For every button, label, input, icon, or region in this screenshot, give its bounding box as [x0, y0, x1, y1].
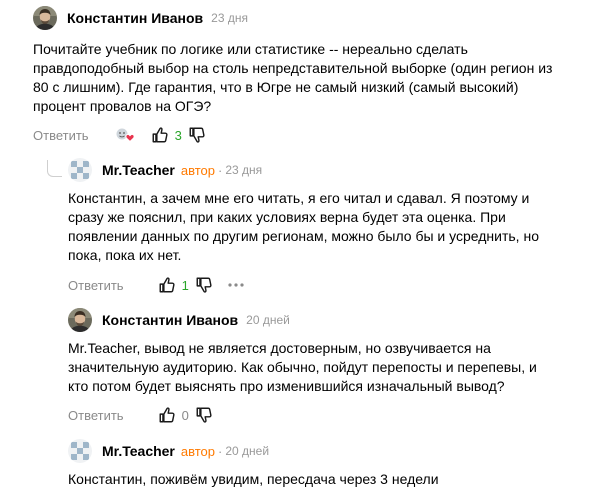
- text-line: кто потом будет выяснять про изменившийс…: [68, 378, 505, 394]
- like-icon[interactable]: [158, 406, 176, 424]
- text-line: пока, пока их нет.: [68, 247, 182, 263]
- like-icon[interactable]: [158, 276, 176, 294]
- author-name[interactable]: Mr.Teacher: [102, 443, 175, 459]
- comment-text: Почитайте учебник по логике или статисти…: [33, 40, 552, 116]
- author-badge: автор: [180, 443, 216, 459]
- comment-header: Константин Иванов 23 дня: [33, 6, 248, 30]
- reply-button[interactable]: Ответить: [68, 408, 124, 423]
- comment-actions: Ответить 0: [68, 405, 213, 425]
- reply-button[interactable]: Ответить: [33, 128, 89, 143]
- comment-date: 23 дня: [211, 11, 248, 25]
- like-count: 1: [181, 277, 189, 293]
- avatar[interactable]: [68, 308, 92, 332]
- avatar[interactable]: [68, 439, 92, 463]
- text-line: значительную аудиторию. Как обычно, пойд…: [68, 359, 537, 375]
- more-dots-icon[interactable]: [227, 282, 245, 288]
- reactions-icon[interactable]: [115, 127, 137, 143]
- comment-date: 20 дней: [225, 444, 270, 458]
- comment-header: Mr.Teacher автор · 20 дней: [68, 439, 269, 463]
- author-name[interactable]: Константин Иванов: [102, 312, 238, 328]
- avatar[interactable]: [33, 6, 57, 30]
- comment-actions: Ответить 1: [68, 275, 245, 295]
- author-badge: автор: [180, 162, 216, 178]
- comment-text: Mr.Teacher, вывод не является достоверны…: [68, 339, 537, 396]
- separator: ·: [218, 162, 223, 178]
- dislike-icon[interactable]: [195, 406, 213, 424]
- text-line: процент провалов на ОГЭ?: [33, 98, 212, 114]
- reply-button[interactable]: Ответить: [68, 278, 124, 293]
- like-icon[interactable]: [151, 126, 169, 144]
- author-name[interactable]: Константин Иванов: [67, 10, 203, 26]
- comment-header: Mr.Teacher автор · 23 дня: [68, 158, 262, 182]
- text-line: сразу же пояснил, при каких условиях вер…: [68, 209, 506, 225]
- comment-date: 23 дня: [225, 163, 263, 177]
- comment-text: Константин, а зачем мне его читать, я ег…: [68, 189, 539, 265]
- text-line: 80 с лишним). Где гарантия, что в Югре н…: [33, 79, 519, 95]
- separator: ·: [218, 443, 223, 459]
- author-name[interactable]: Mr.Teacher: [102, 162, 175, 178]
- like-count: 3: [174, 127, 182, 143]
- text-line: Mr.Teacher, вывод не является достоверны…: [68, 340, 491, 356]
- dislike-icon[interactable]: [188, 126, 206, 144]
- text-line: Почитайте учебник по логике или статисти…: [33, 41, 468, 57]
- comment-date: 20 дней: [246, 313, 290, 327]
- avatar[interactable]: [68, 158, 92, 182]
- text-line: Константин, поживём увидим, пересдача че…: [68, 471, 439, 487]
- text-line: правдоподобный выбор на столь непредстав…: [33, 60, 553, 76]
- thread-connector: [47, 160, 62, 177]
- dislike-icon[interactable]: [195, 276, 213, 294]
- text-line: появлении данных по другим регионам, мож…: [68, 228, 539, 244]
- text-line: Константин, а зачем мне его читать, я ег…: [68, 190, 530, 206]
- comment-header: Константин Иванов 20 дней: [68, 308, 290, 332]
- like-count: 0: [181, 407, 189, 423]
- comment-text: Константин, поживём увидим, пересдача че…: [68, 470, 439, 489]
- comment-actions: Ответить 3: [33, 125, 206, 145]
